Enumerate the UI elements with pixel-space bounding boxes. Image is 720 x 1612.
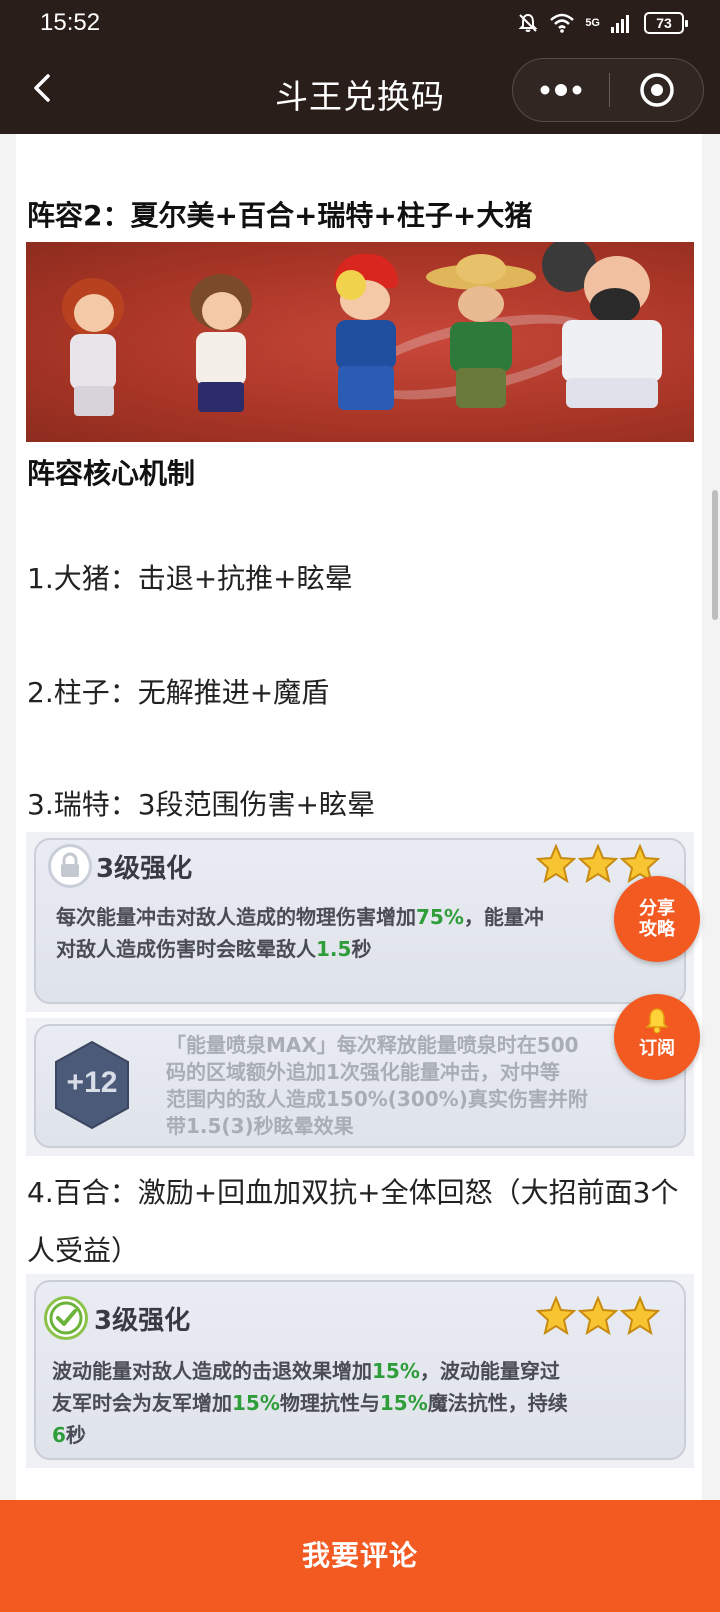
bell-icon (645, 1008, 669, 1034)
skill-card-line-2: 对敌人造成伤害时会眩晕敌人1.5秒 (56, 937, 372, 961)
check-icon (44, 1296, 88, 1340)
battery-icon: 73 (644, 12, 688, 34)
skill-card-yuri: 3级强化 波动能量对敌人造成的击退效果增加15%，波动能量穿过 友军时会为友军增… (26, 1274, 694, 1468)
skill-max-line-2: 码的区域额外追加1次强化能量冲击，对中等 (166, 1060, 560, 1084)
mini-program-capsule (512, 58, 704, 122)
character-terry (316, 254, 416, 424)
skill-card-line-3: 6秒 (52, 1423, 86, 1447)
skill-max-line-3: 范围内的敌人造成150%(300%)真实伤害并附 (166, 1087, 588, 1111)
lineup-banner-image (26, 242, 694, 442)
star-icon (578, 1296, 618, 1336)
skill-card-line-1: 波动能量对敌人造成的击退效果增加15%，波动能量穿过 (52, 1359, 560, 1383)
status-icons: 5G 73 (517, 10, 688, 36)
item-3-terry: 3.瑞特：3段范围伤害+眩晕 (27, 788, 375, 821)
star-icon (620, 1296, 660, 1336)
close-mini-program-button[interactable] (609, 59, 705, 121)
comment-label: 我要评论 (301, 1539, 418, 1572)
character-shermie (48, 274, 138, 424)
character-pillar (426, 254, 536, 424)
mute-bell-icon (518, 13, 538, 32)
lock-icon (48, 844, 92, 888)
scrollbar[interactable] (712, 490, 718, 620)
page-margin-left (0, 134, 16, 1500)
title-bar: 斗王兑换码 (0, 52, 720, 130)
level-hex-label: +12 (66, 1066, 118, 1099)
subscribe-button[interactable]: 订阅 (614, 994, 700, 1080)
skill-card-terry: 3级强化 每次能量冲击对敌人造成的物理伤害增加75%，能量冲 对敌人造成伤害时会… (26, 832, 694, 1012)
lineup-heading: 阵容2：夏尔美+百合+瑞特+柱子+大猪 (27, 199, 533, 232)
skill-card-title: 3级强化 (94, 1306, 191, 1336)
item-1-pig: 1.大猪：击退+抗推+眩晕 (27, 562, 353, 595)
page-margin-right (702, 134, 720, 1500)
item-4-yuri: 4.百合：激励+回血加双抗+全体回怒（大招前面3个人受益） (27, 1176, 679, 1267)
skill-card-line-2: 友军时会为友军增加15%物理抗性与15%魔法抗性，持续 (52, 1391, 568, 1415)
target-circle-icon (640, 73, 674, 107)
comment-button[interactable]: 我要评论 (0, 1500, 720, 1612)
item-2-pillar: 2.柱子：无解推进+魔盾 (27, 676, 330, 709)
share-guide-button[interactable]: 分享 攻略 (614, 876, 700, 962)
core-mechanism-heading: 阵容核心机制 (27, 457, 196, 490)
more-dots-icon (540, 84, 582, 96)
skill-card-title: 3级强化 (96, 854, 193, 884)
subscribe-label: 订阅 (639, 1038, 675, 1059)
share-label-2: 攻略 (639, 919, 675, 940)
signal-icon (611, 15, 629, 33)
wifi-icon (550, 13, 575, 33)
skill-card-line-1: 每次能量冲击对敌人造成的物理伤害增加75%，能量冲 (56, 905, 544, 929)
character-yuri (176, 274, 266, 424)
network-type: 5G (585, 16, 600, 29)
star-icon (536, 844, 576, 884)
skill-max-line-4: 带1.5(3)秒眩晕效果 (166, 1114, 354, 1138)
status-time: 15:52 (40, 9, 101, 36)
character-pig (526, 242, 676, 424)
star-icon (536, 1296, 576, 1336)
status-bar: 15:52 5G 73 (0, 0, 720, 46)
article-content[interactable]: 阵容2：夏尔美+百合+瑞特+柱子+大猪 阵容核心机制 1.大猪：击退+抗推+眩晕… (0, 134, 720, 1500)
share-label-1: 分享 (639, 898, 675, 919)
star-icon (578, 844, 618, 884)
skill-card-max: +12 「能量喷泉MAX」每次释放能量喷泉时在500 码的区域额外追加1次强化能… (26, 1018, 694, 1156)
skill-max-line-1: 「能量喷泉MAX」每次释放能量喷泉时在500 (166, 1033, 579, 1057)
star-rating (536, 1296, 660, 1336)
more-button[interactable] (513, 59, 609, 121)
top-bar: 15:52 5G 73 斗王兑换码 (0, 0, 720, 134)
